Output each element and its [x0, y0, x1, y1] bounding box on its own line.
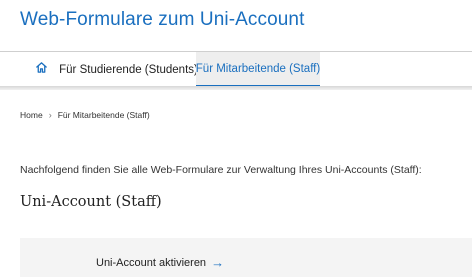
- breadcrumb: Home › Für Mitarbeitende (Staff): [20, 110, 150, 120]
- breadcrumb-separator: ›: [48, 110, 52, 120]
- main-navigation: Für Studierende (Students) Für Mitarbeit…: [0, 52, 472, 87]
- section-heading: Uni-Account (Staff): [20, 194, 162, 210]
- intro-text: Nachfolgend finden Sie alle Web-Formular…: [20, 164, 422, 176]
- nav-item-students[interactable]: Für Studierende (Students): [59, 52, 198, 87]
- home-icon: [35, 61, 48, 79]
- nav-shadow: [0, 86, 472, 90]
- nav-home-link[interactable]: [22, 52, 61, 87]
- card-link-label: Uni-Account aktivieren: [96, 256, 207, 269]
- form-card: [20, 238, 472, 277]
- arrow-right-icon: →: [211, 255, 225, 270]
- breadcrumb-current: Für Mitarbeitende (Staff): [57, 110, 150, 120]
- activate-account-link[interactable]: Uni-Account aktivieren →: [96, 256, 224, 269]
- site-title[interactable]: Web-Formulare zum Uni-Account: [20, 9, 304, 31]
- breadcrumb-home-link[interactable]: Home: [20, 110, 43, 120]
- nav-item-staff[interactable]: Für Mitarbeitende (Staff): [196, 52, 320, 87]
